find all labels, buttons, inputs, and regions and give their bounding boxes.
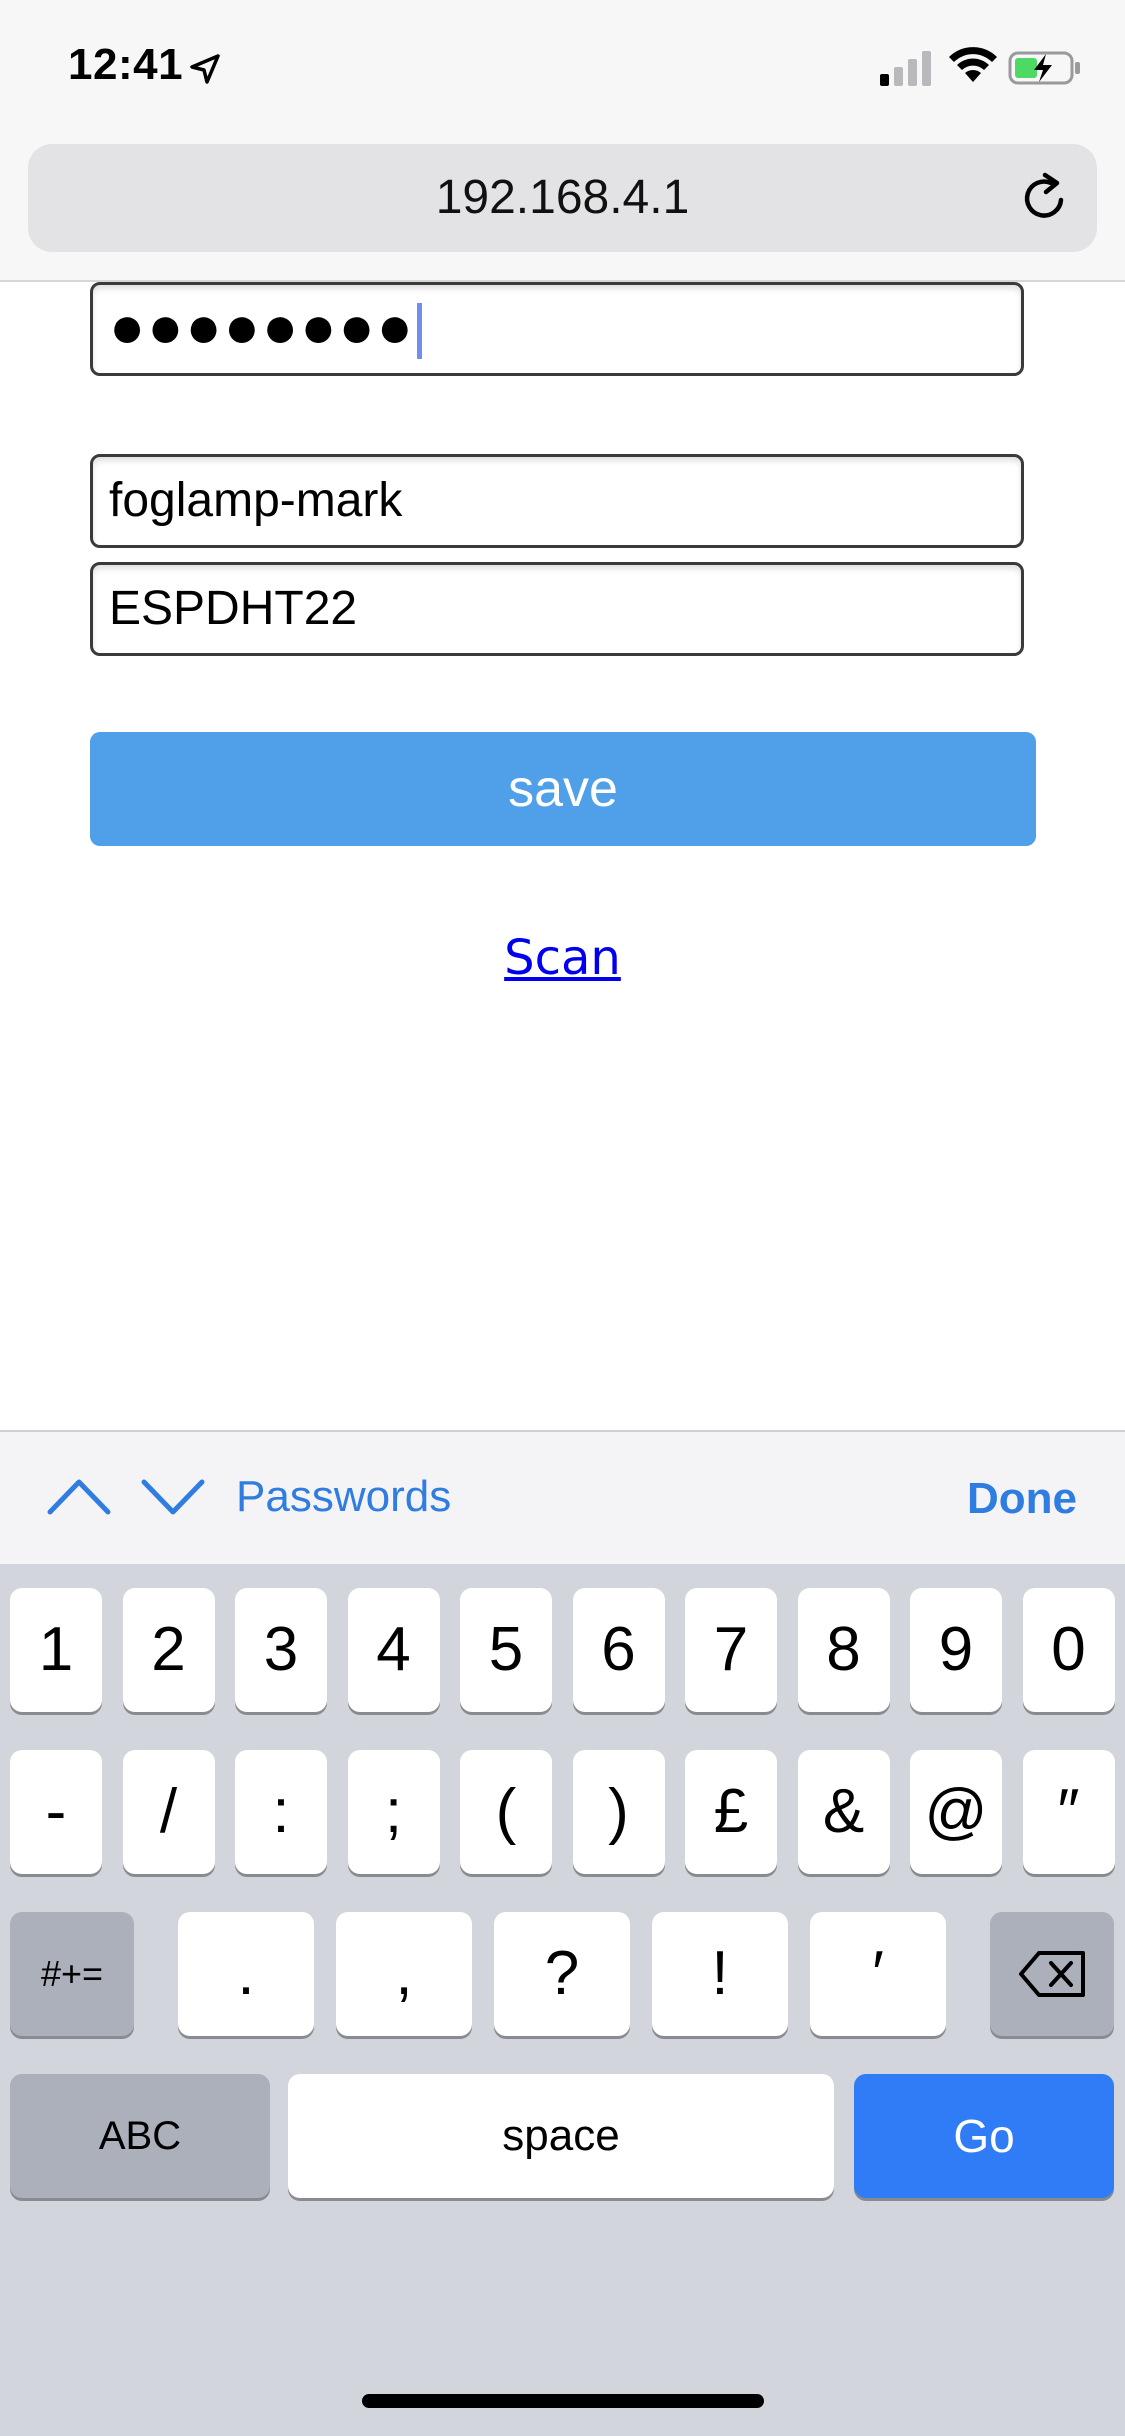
space-key[interactable]: space [288, 2074, 834, 2198]
key-symbol[interactable]: £ [685, 1750, 777, 1874]
key-symbol-label: ″ [1057, 1777, 1080, 1846]
chevron-down-icon[interactable] [140, 1476, 206, 1516]
key-symbol[interactable]: ) [572, 1750, 665, 1874]
symbols-toggle-label: #+= [40, 1953, 104, 1994]
abc-label: ABC [98, 2114, 182, 2158]
key-digit-label: 4 [376, 1615, 411, 1684]
keyboard: 1 2 3 4 5 6 7 8 9 0 - /:; () £ & @ ″ .,?! ′ #+= ABC spac… [0, 1564, 1125, 2436]
key-digit-label: 3 [263, 1615, 299, 1684]
key-symbol[interactable]: - [10, 1750, 102, 1874]
text-caret [416, 303, 422, 360]
space-label: space [502, 2111, 620, 2160]
scan-link[interactable]: Scan [0, 930, 1125, 986]
key-symbol-label: ; [384, 1777, 403, 1846]
password-value: ●●●●●●●● [109, 293, 415, 360]
chevron-up-icon[interactable] [46, 1476, 112, 1516]
key-digit[interactable]: 8 [797, 1588, 890, 1712]
home-indicator [362, 2394, 764, 2408]
abc-key[interactable]: ABC [10, 2074, 270, 2198]
key-digit[interactable]: 6 [572, 1588, 665, 1712]
key-digit-label: 0 [1051, 1615, 1086, 1684]
key-digit[interactable]: 5 [460, 1588, 552, 1712]
keyboard-accessory-bar: Passwords Done [0, 1430, 1125, 1564]
battery-charging-icon [1008, 51, 1080, 85]
done-button[interactable]: Done [967, 1474, 1077, 1524]
key-digit[interactable]: 9 [910, 1588, 1002, 1712]
key-symbol-label: ( [495, 1777, 517, 1846]
key-punctuation[interactable]: ! [652, 1912, 788, 2036]
key-punctuation-label: ? [544, 1939, 580, 2008]
key-digit-label: 9 [938, 1615, 974, 1684]
key-digit-label: 2 [151, 1615, 186, 1684]
delete-key[interactable] [990, 1912, 1114, 2036]
key-digit-label: 5 [488, 1615, 524, 1684]
key-digit[interactable]: 1 [10, 1588, 102, 1712]
key-symbol[interactable]: ″ [1022, 1750, 1115, 1874]
go-label: Go [953, 2110, 1015, 2162]
key-punctuation[interactable]: ? [494, 1912, 630, 2036]
device-name-field[interactable]: ESPDHT22 [90, 562, 1024, 656]
key-symbol-label: : [272, 1777, 290, 1846]
key-punctuation[interactable]: ′ [810, 1912, 946, 2036]
key-punctuation-label: , [395, 1939, 413, 2008]
reload-icon[interactable] [1017, 170, 1073, 226]
go-key[interactable]: Go [854, 2074, 1114, 2198]
ssid-field[interactable]: foglamp-mark [90, 454, 1024, 548]
key-symbol-label: / [159, 1777, 178, 1846]
key-punctuation[interactable]: , [336, 1912, 472, 2036]
key-symbol-label: & [822, 1777, 865, 1846]
key-symbol[interactable]: : [235, 1750, 327, 1874]
key-digit-label: 1 [38, 1615, 74, 1684]
key-symbol[interactable]: @ [910, 1750, 1002, 1874]
password-field[interactable]: ●●●●●●●● [90, 282, 1024, 376]
wifi-icon [949, 47, 997, 82]
key-symbol-label: - [45, 1777, 67, 1846]
key-symbol[interactable]: & [797, 1750, 890, 1874]
cell-signal-icon [880, 51, 931, 86]
key-digit[interactable]: 3 [235, 1588, 327, 1712]
key-digit[interactable]: 4 [347, 1588, 440, 1712]
key-digit[interactable]: 2 [122, 1588, 215, 1712]
key-symbol-label: ) [608, 1777, 629, 1846]
address-bar[interactable]: 192.168.4.1 [28, 144, 1097, 252]
key-digit-label: 7 [713, 1615, 749, 1684]
url-text[interactable]: 192.168.4.1 [28, 144, 1097, 252]
key-symbol[interactable]: ( [460, 1750, 552, 1874]
passwords-button[interactable]: Passwords [236, 1472, 451, 1522]
key-symbol-label: @ [924, 1777, 988, 1846]
backspace-icon [1019, 1951, 1085, 1997]
key-digit[interactable]: 7 [685, 1588, 777, 1712]
key-symbol-label: £ [713, 1777, 749, 1846]
location-arrow-icon [190, 54, 220, 84]
key-symbol[interactable]: / [122, 1750, 215, 1874]
status-time: 12:41 [68, 40, 184, 89]
save-button[interactable]: save [90, 732, 1036, 846]
key-digit-label: 8 [826, 1615, 861, 1684]
key-punctuation-label: ! [711, 1939, 729, 2008]
key-digit[interactable]: 0 [1022, 1588, 1115, 1712]
key-punctuation-label: ′ [872, 1939, 884, 2008]
key-punctuation[interactable]: . [178, 1912, 314, 2036]
symbols-toggle-key[interactable]: #+= [10, 1912, 134, 2036]
key-symbol[interactable]: ; [347, 1750, 440, 1874]
key-digit-label: 6 [601, 1615, 636, 1684]
key-punctuation-label: . [237, 1939, 255, 2008]
browser-top-chrome: 12:41 192.168.4.1 [0, 0, 1125, 282]
